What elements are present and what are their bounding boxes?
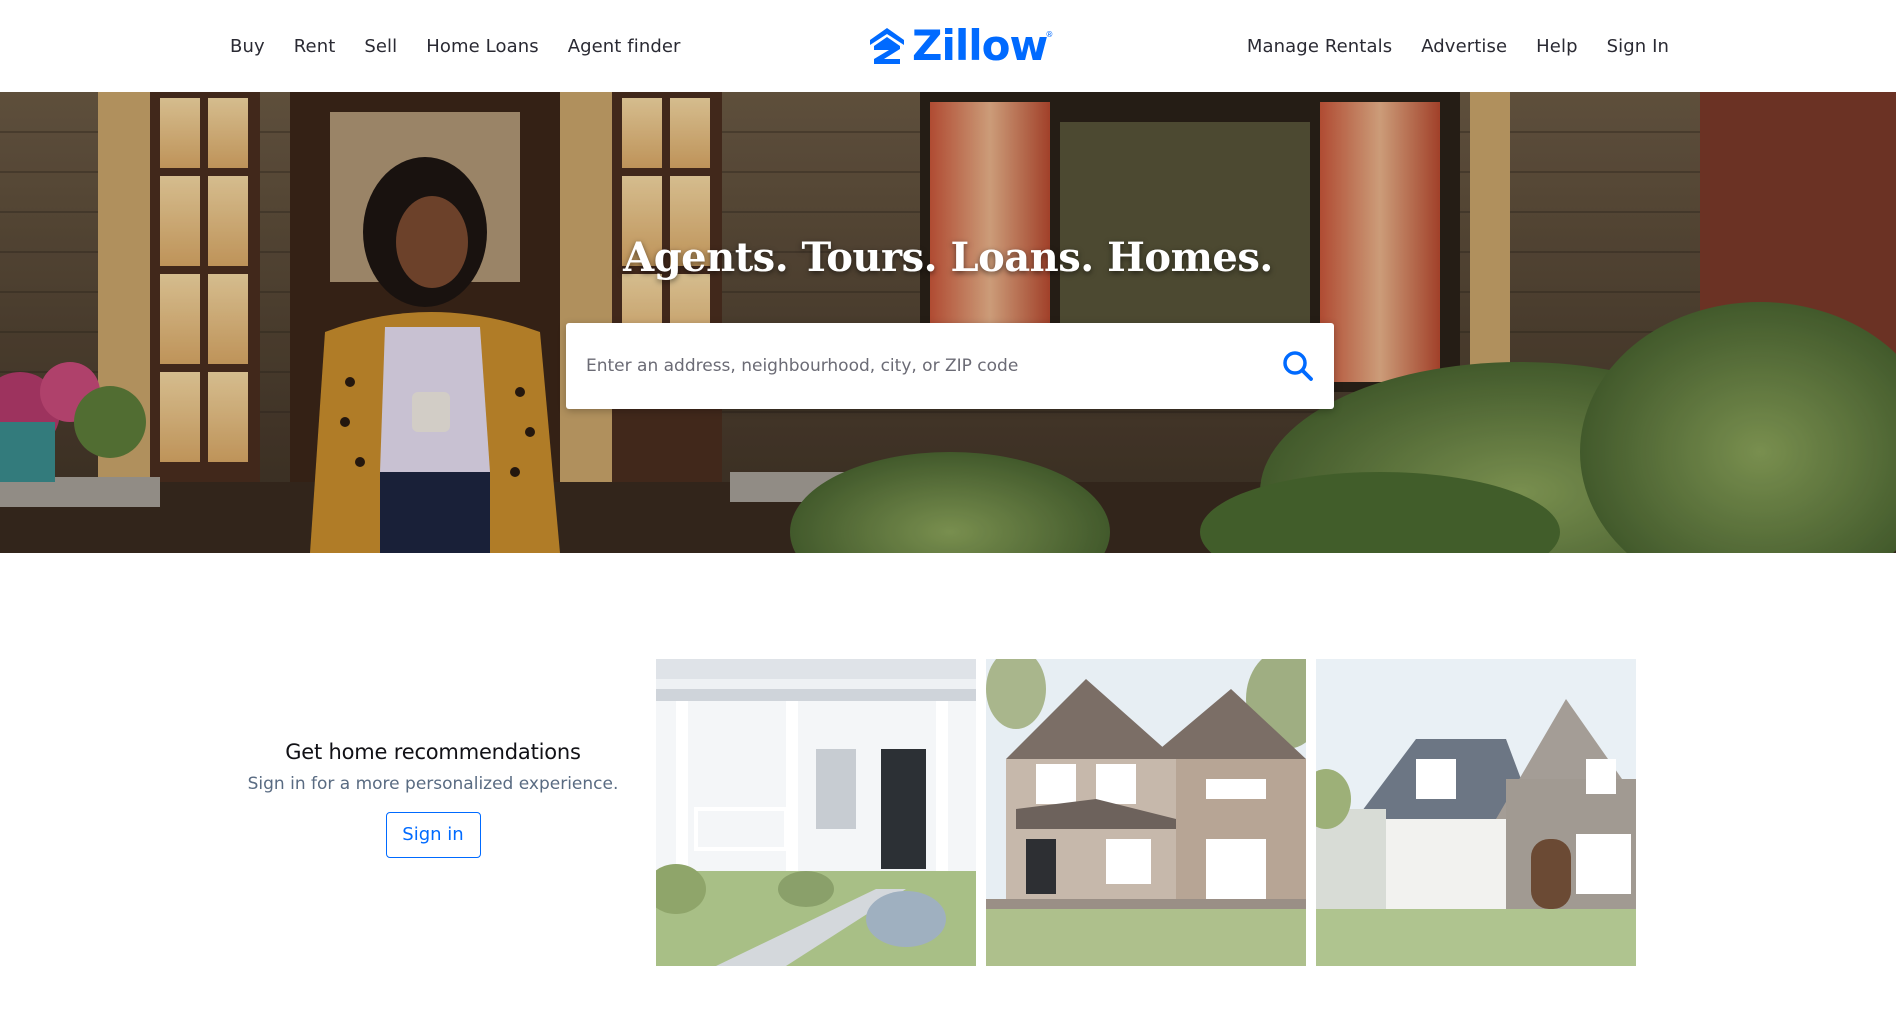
nav-buy[interactable]: Buy	[230, 36, 265, 57]
home-photo-2	[986, 659, 1306, 966]
nav-rent[interactable]: Rent	[294, 36, 336, 57]
logo-wordmark: Zillow	[912, 21, 1048, 70]
home-photo-1	[656, 659, 976, 966]
nav-advertise[interactable]: Advertise	[1421, 36, 1507, 57]
nav-sign-in[interactable]: Sign In	[1607, 36, 1669, 57]
site-header: Buy Rent Sell Home Loans Agent finder Zi…	[0, 0, 1896, 92]
registered-mark: ®	[1045, 30, 1054, 39]
nav-home-loans[interactable]: Home Loans	[426, 36, 538, 57]
nav-agent-finder[interactable]: Agent finder	[568, 36, 681, 57]
zillow-house-icon	[870, 28, 904, 64]
nav-help[interactable]: Help	[1536, 36, 1577, 57]
search-icon	[1283, 351, 1313, 381]
home-recommendations: Get home recommendations Sign in for a m…	[230, 740, 636, 858]
nav-manage-rentals[interactable]: Manage Rentals	[1247, 36, 1392, 57]
recommendations-subtitle: Sign in for a more personalized experien…	[247, 774, 619, 794]
primary-nav: Buy Rent Sell Home Loans Agent finder	[230, 0, 681, 92]
secondary-nav: Manage Rentals Advertise Help Sign In	[1247, 0, 1669, 92]
recommendations-title: Get home recommendations	[285, 740, 581, 764]
search-bar	[566, 323, 1334, 409]
recommendations-sign-in-button[interactable]: Sign in	[385, 812, 481, 858]
home-photo-strip	[656, 659, 1636, 966]
zillow-logo[interactable]: Zillow ®	[868, 21, 1053, 70]
home-photo-3	[1316, 659, 1636, 966]
search-button[interactable]	[1262, 323, 1334, 409]
search-input[interactable]	[566, 323, 1262, 409]
hero-banner: Agents. Tours. Loans. Homes.	[0, 92, 1896, 553]
hero-headline: Agents. Tours. Loans. Homes.	[623, 234, 1273, 281]
nav-sell[interactable]: Sell	[364, 36, 397, 57]
